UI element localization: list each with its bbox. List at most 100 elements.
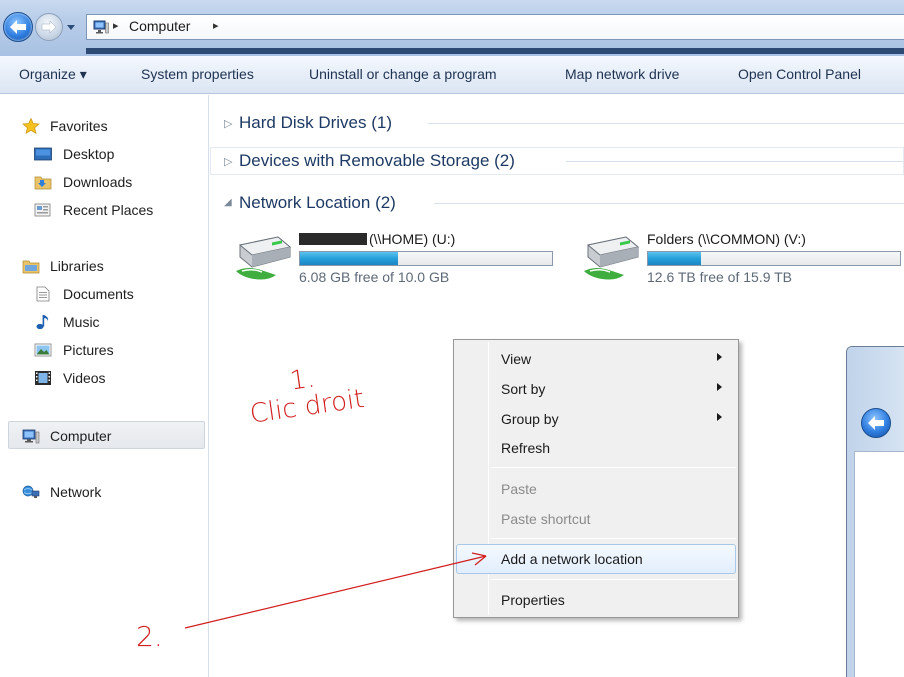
wizard-content-area [854,451,904,677]
menu-item-label: Add a network location [501,551,643,567]
nav-network[interactable]: Network [22,481,202,505]
network-icon [22,485,40,498]
nav-label: Network [50,484,102,500]
group-divider [566,161,903,162]
menu-item-label: View [501,351,532,367]
nav-documents[interactable]: Documents [34,283,204,307]
group-hard-disk-drives[interactable]: ▷ Hard Disk Drives (1) [210,109,904,137]
nav-label: Computer [50,428,112,444]
drive-capacity-bar [299,251,553,266]
address-bar: ▸ Computer ▸ [0,0,904,56]
system-properties-button[interactable]: System properties [141,66,254,82]
nav-label: Downloads [63,174,133,190]
address-bar-border [86,48,904,54]
expanded-group-arrow-icon[interactable]: ◢ [224,197,232,208]
star-icon [22,118,40,134]
drive-name: (\\HOME) (U:) [299,231,455,247]
breadcrumb-computer[interactable]: Computer [129,18,190,34]
group-divider [428,123,904,124]
nav-label: Videos [63,370,106,386]
forward-arrow-icon [41,20,57,34]
submenu-arrow-icon [717,383,722,391]
collapsed-group-arrow-icon[interactable]: ▷ [224,117,232,130]
forward-button[interactable] [35,13,63,41]
group-title: Devices with Removable Storage (2) [239,151,515,170]
group-title: Network Location (2) [239,193,396,212]
pictures-icon [34,343,52,357]
context-menu: View Sort by Group by Refresh Paste Past… [453,339,739,618]
annotation-step-2: 2. [136,620,163,653]
group-divider [434,203,904,204]
menu-item-view[interactable]: View [456,346,736,372]
breadcrumb-separator[interactable]: ▸ [213,19,219,32]
drive-capacity-fill [648,252,701,265]
nav-label: Documents [63,286,134,302]
group-removable-storage[interactable]: ▷ Devices with Removable Storage (2) [210,147,904,175]
group-network-location[interactable]: ◢ Network Location (2) [210,189,904,217]
menu-item-add-network-location[interactable]: Add a network location [456,544,736,574]
back-arrow-icon [868,416,884,430]
network-drive-v[interactable]: Folders (\\COMMON) (V:) 12.6 TB free of … [580,227,904,287]
nav-favorites[interactable]: Favorites [22,115,202,139]
recent-places-icon [34,203,51,217]
command-bar: Organize ▾ System properties Uninstall o… [0,56,904,94]
menu-item-label: Paste shortcut [501,511,591,527]
add-network-location-wizard-window[interactable] [846,346,904,677]
nav-computer[interactable]: Computer [22,425,202,449]
drive-free-space: 12.6 TB free of 15.9 TB [647,269,793,285]
computer-icon [22,429,40,444]
menu-item-paste-shortcut: Paste shortcut [456,506,736,532]
address-box[interactable]: ▸ Computer ▸ [86,14,904,40]
menu-item-properties[interactable]: Properties [456,587,736,613]
menu-item-label: Group by [501,411,559,427]
nav-label: Music [63,314,100,330]
drive-capacity-bar [647,251,901,266]
navigation-pane: Favorites Desktop Downloads Recent Place… [0,95,209,677]
menu-item-refresh[interactable]: Refresh [456,435,736,461]
nav-libraries[interactable]: Libraries [22,255,202,279]
network-drive-icon [236,236,292,280]
nav-downloads[interactable]: Downloads [34,171,204,195]
nav-recent-places[interactable]: Recent Places [34,199,204,223]
nav-videos[interactable]: Videos [34,367,204,391]
nav-pictures[interactable]: Pictures [34,339,204,363]
menu-separator [491,467,736,468]
nav-label: Desktop [63,146,115,162]
menu-item-sort-by[interactable]: Sort by [456,376,736,402]
breadcrumb-separator[interactable]: ▸ [113,19,119,32]
music-icon [36,315,49,330]
back-button[interactable] [3,12,33,42]
downloads-folder-icon [34,176,52,190]
open-control-panel-button[interactable]: Open Control Panel [738,66,861,82]
redacted-text [299,233,367,245]
documents-icon [36,286,50,302]
menu-separator [491,579,736,580]
nav-label: Recent Places [63,202,154,218]
map-network-drive-button[interactable]: Map network drive [565,66,679,82]
back-arrow-icon [10,20,26,34]
computer-icon [93,20,109,34]
nav-label: Libraries [50,258,104,274]
menu-item-label: Paste [501,481,537,497]
nav-music[interactable]: Music [34,311,204,335]
nav-desktop[interactable]: Desktop [34,143,204,167]
organize-button[interactable]: Organize ▾ [19,66,87,83]
uninstall-program-button[interactable]: Uninstall or change a program [309,66,497,82]
libraries-icon [22,260,40,274]
wizard-back-button[interactable] [861,408,891,438]
drive-name: Folders (\\COMMON) (V:) [647,231,806,247]
submenu-arrow-icon [717,353,722,361]
menu-item-group-by[interactable]: Group by [456,406,736,432]
menu-item-label: Sort by [501,381,546,397]
menu-item-label: Properties [501,592,565,608]
menu-item-paste: Paste [456,476,736,502]
menu-separator [491,538,736,539]
recent-pages-dropdown-icon[interactable] [66,22,76,32]
menu-item-label: Refresh [501,440,551,456]
videos-icon [35,371,51,385]
drive-free-space: 6.08 GB free of 10.0 GB [299,269,450,285]
network-drive-u[interactable]: (\\HOME) (U:) 6.08 GB free of 10.0 GB [232,227,562,287]
drive-capacity-fill [300,252,399,265]
collapsed-group-arrow-icon[interactable]: ▷ [224,155,232,168]
desktop-icon [34,147,52,161]
